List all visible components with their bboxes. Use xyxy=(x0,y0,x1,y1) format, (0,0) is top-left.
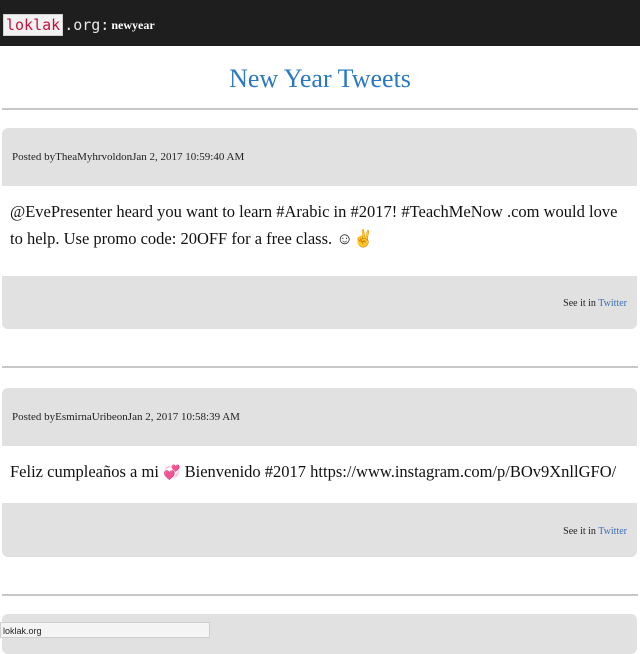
logo-wordmark: loklak xyxy=(3,14,64,36)
posted-prefix: Posted by xyxy=(12,151,56,163)
top-navbar: loklak .org: newyear xyxy=(0,0,640,46)
tweet-divider xyxy=(2,366,638,368)
tweet-author: EsmirnaUribe xyxy=(55,411,117,423)
tweet-text-area: @EvePresenter heard you want to learn #A… xyxy=(2,186,637,276)
tweet-footer: See it in Twitter xyxy=(563,298,627,309)
tweet-text-after: Bienvenido #2017 https://www.instagram.c… xyxy=(180,462,617,481)
title-divider xyxy=(2,108,638,110)
see-it-in-label: See it in xyxy=(563,526,596,537)
logo-domain: .org: xyxy=(64,16,110,34)
date-prefix: on xyxy=(116,411,128,423)
tweet-divider xyxy=(2,594,638,596)
twitter-link[interactable]: Twitter xyxy=(598,526,627,537)
browser-status-bar: loklak.org xyxy=(0,622,210,638)
tweet-card: Posted by EsmirnaUribe on Jan 2, 2017 10… xyxy=(2,388,637,557)
twitter-link[interactable]: Twitter xyxy=(598,298,627,309)
tweet-card: Posted by TheaMyhrvold on Jan 2, 2017 10… xyxy=(2,128,637,329)
date-prefix: on xyxy=(121,151,133,163)
tweet-meta: Posted by EsmirnaUribe on Jan 2, 2017 10… xyxy=(2,388,637,446)
hearts-emoji-icon: 💞 xyxy=(163,466,181,481)
tweet-text: @EvePresenter heard you want to learn #A… xyxy=(10,202,618,248)
tweet-date: Jan 2, 2017 10:58:39 AM xyxy=(127,411,240,423)
logo-page-suffix: newyear xyxy=(111,17,155,32)
tweet-text-area: Feliz cumpleaños a mi 💞 Bienvenido #2017… xyxy=(2,446,637,503)
tweet-date: Jan 2, 2017 10:59:40 AM xyxy=(132,151,245,163)
site-logo[interactable]: loklak .org: newyear xyxy=(3,14,155,36)
tweet-meta: Posted by TheaMyhrvold on Jan 2, 2017 10… xyxy=(2,128,637,186)
tweet-footer: See it in Twitter xyxy=(563,526,627,537)
tweet-author: TheaMyhrvold xyxy=(55,151,122,163)
see-it-in-label: See it in xyxy=(563,298,596,309)
posted-prefix: Posted by xyxy=(12,411,56,423)
tweet-text-before: Feliz cumpleaños a mi xyxy=(10,462,164,481)
page-title: New Year Tweets xyxy=(229,64,411,93)
